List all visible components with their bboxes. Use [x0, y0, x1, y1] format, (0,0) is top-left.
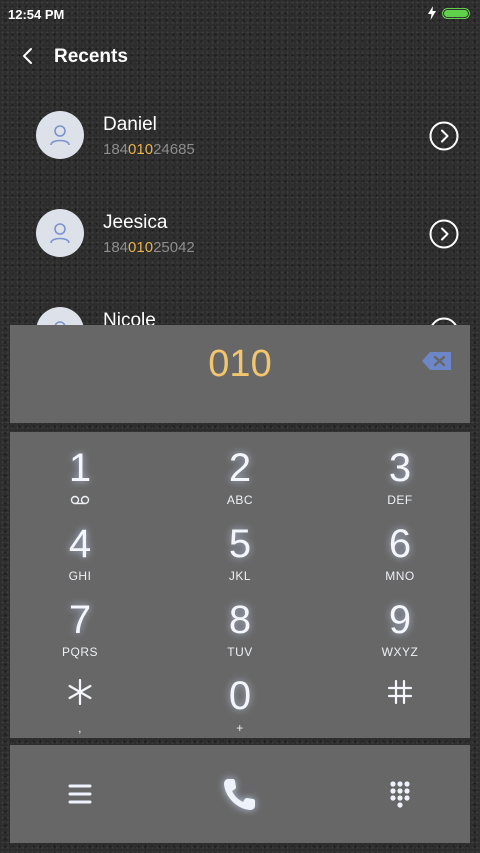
back-button[interactable] — [14, 42, 44, 72]
hash-icon — [330, 670, 470, 714]
contact-number: 18401025042 — [103, 239, 195, 256]
status-bar: 12:54 PM — [0, 0, 480, 28]
key-6[interactable]: 6 MNO — [330, 514, 470, 590]
key-letters: GHI — [68, 569, 92, 583]
chevron-left-icon — [23, 48, 32, 64]
menu-button[interactable] — [57, 771, 103, 817]
backspace-icon — [422, 352, 451, 370]
page-title: Recents — [54, 46, 128, 67]
key-4[interactable]: 4 GHI — [10, 514, 150, 590]
dialpad-icon — [390, 781, 410, 808]
chevron-right-circle-icon — [429, 121, 459, 151]
key-8[interactable]: 8 TUV — [170, 590, 310, 666]
contact-name: Jeesica — [103, 212, 168, 233]
dialed-number-panel: 010 — [10, 325, 470, 423]
chevron-right-circle-icon — [429, 219, 459, 249]
key-digit: 1 — [68, 446, 92, 490]
key-2[interactable]: 2 ABC — [170, 438, 310, 514]
bottom-action-bar — [10, 745, 470, 843]
key-digit: 3 — [388, 446, 412, 490]
contact-number: 18401024685 — [103, 141, 195, 158]
key-hash[interactable] — [330, 666, 470, 742]
key-digit: 2 — [228, 446, 252, 490]
battery-level — [444, 10, 468, 17]
status-time: 12:54 PM — [8, 7, 65, 22]
key-letters: + — [236, 721, 244, 735]
key-5[interactable]: 5 JKL — [170, 514, 310, 590]
battery-icon — [442, 8, 470, 19]
key-digit: 9 — [388, 598, 412, 642]
key-letters: , — [78, 721, 82, 735]
menu-icon — [68, 784, 92, 804]
asterisk-icon — [10, 670, 150, 714]
call-button[interactable] — [217, 771, 263, 817]
person-icon — [50, 223, 70, 244]
bolt-icon — [428, 6, 436, 23]
key-digit: 8 — [228, 598, 252, 642]
dial-keypad: 1 2 ABC 3 DEF 4 GHI 5 JKL 6 MNO 7 PQRS 8… — [10, 432, 470, 738]
phone-icon — [224, 779, 255, 810]
key-0[interactable]: 0 + — [170, 666, 310, 742]
key-letters: MNO — [385, 569, 415, 583]
voicemail-icon — [70, 495, 90, 505]
header: Recents — [0, 36, 480, 80]
key-letters: DEF — [387, 493, 413, 507]
avatar — [36, 209, 84, 257]
dialed-number[interactable]: 010 — [10, 343, 470, 386]
contact-detail-button[interactable] — [429, 121, 459, 151]
dialpad-toggle-button[interactable] — [377, 771, 423, 817]
key-7[interactable]: 7 PQRS — [10, 590, 150, 666]
key-3[interactable]: 3 DEF — [330, 438, 470, 514]
list-item[interactable]: Jeesica 18401025042 — [0, 198, 480, 278]
key-9[interactable]: 9 WXYZ — [330, 590, 470, 666]
key-letters: WXYZ — [381, 645, 419, 659]
list-item[interactable]: Daniel 18401024685 — [0, 100, 480, 180]
key-letters: PQRS — [61, 645, 98, 659]
key-digit: 7 — [68, 598, 92, 642]
contact-name: Daniel — [103, 114, 157, 135]
key-digit: 0 — [228, 674, 252, 718]
key-1[interactable]: 1 — [10, 438, 150, 514]
key-digit: 6 — [388, 522, 412, 566]
avatar — [36, 111, 84, 159]
key-letters: TUV — [227, 645, 253, 659]
contact-detail-button[interactable] — [429, 219, 459, 249]
key-star[interactable]: , — [10, 666, 150, 742]
key-digit: 5 — [228, 522, 252, 566]
person-icon — [50, 125, 70, 146]
key-digit: 4 — [68, 522, 92, 566]
key-letters: ABC — [226, 493, 254, 507]
key-letters: JKL — [228, 569, 252, 583]
backspace-button[interactable] — [420, 349, 454, 373]
